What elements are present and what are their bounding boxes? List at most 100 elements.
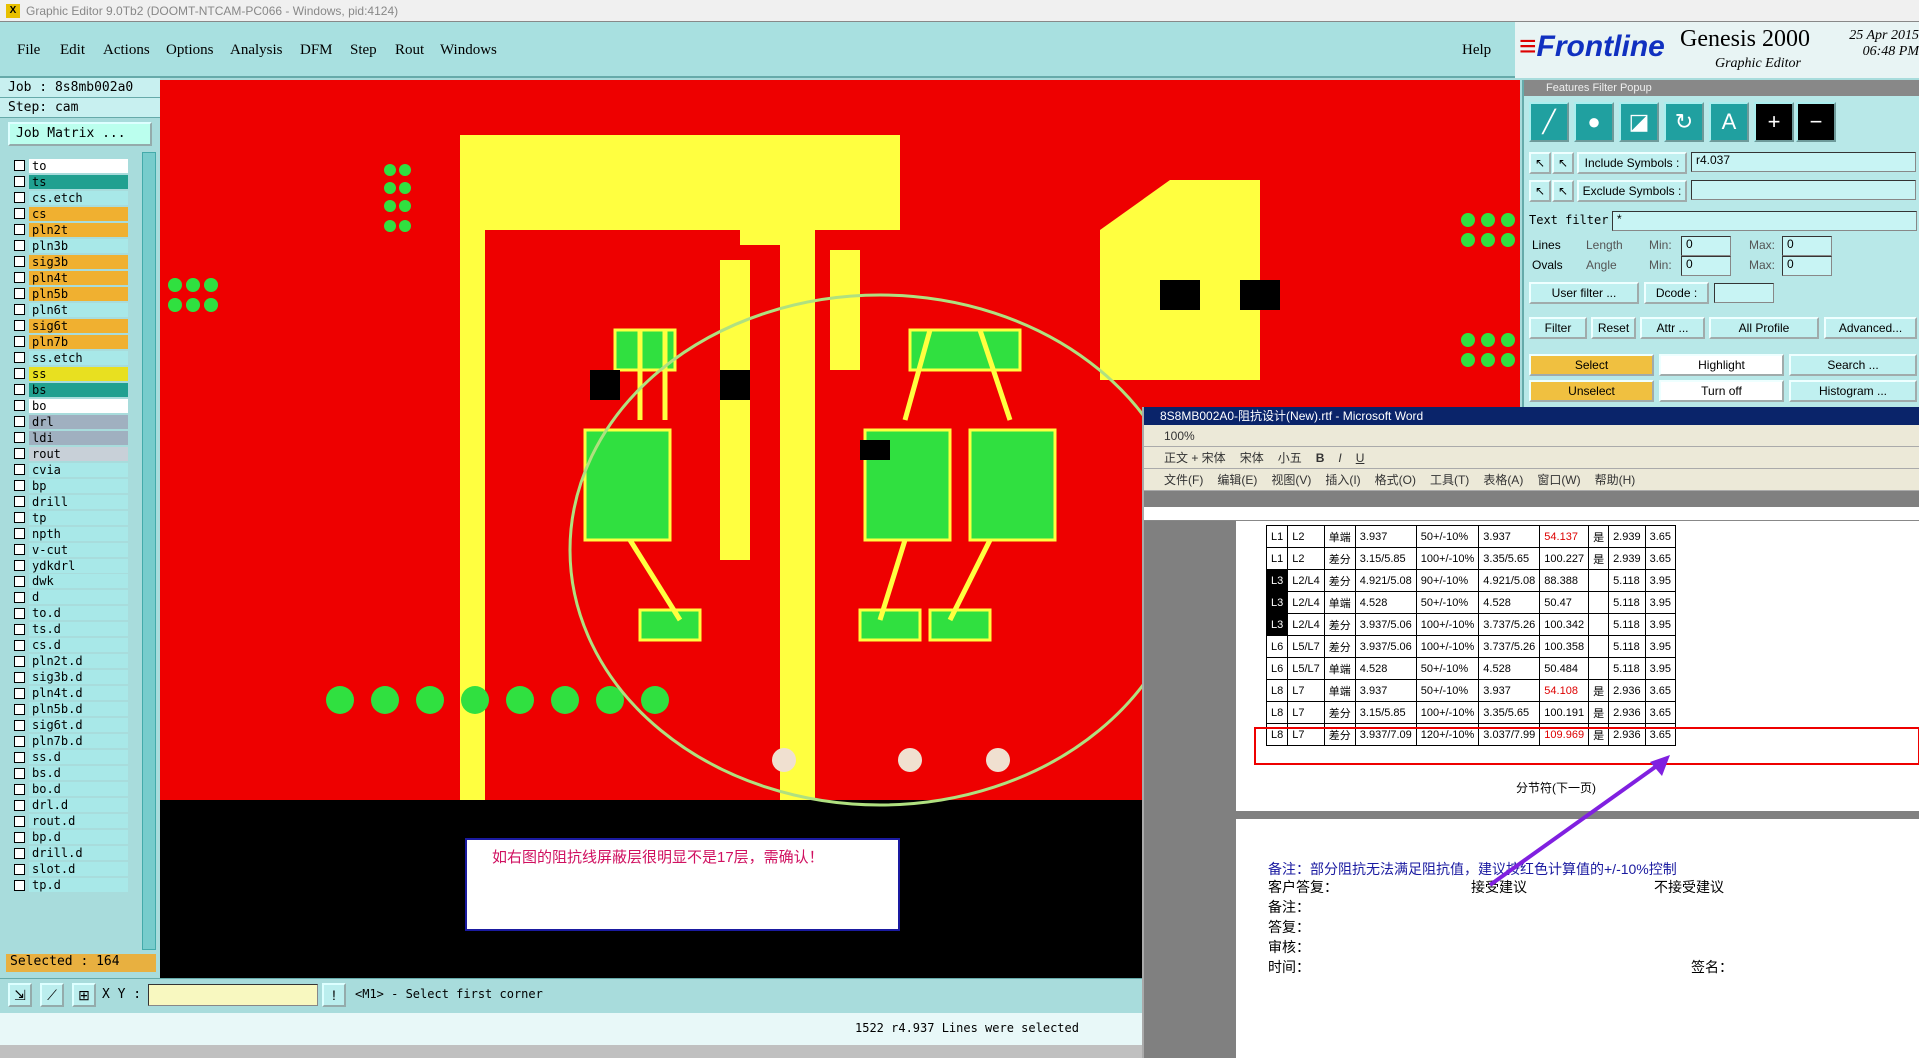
exclude-arrow-icon[interactable]: ↖ <box>1529 180 1551 202</box>
layer-checkbox[interactable] <box>14 879 25 891</box>
layer-checkbox[interactable] <box>14 575 25 587</box>
style-select[interactable]: 正文 + 宋体 <box>1164 449 1226 466</box>
table-cell[interactable]: L7 <box>1287 701 1325 724</box>
layer-row[interactable]: pln2t <box>8 222 128 238</box>
angle-max-input[interactable]: 0 <box>1782 256 1832 276</box>
layer-checkbox[interactable] <box>14 607 25 619</box>
table-cell[interactable]: 3.95 <box>1644 591 1677 614</box>
table-cell[interactable]: 差分 <box>1323 613 1356 636</box>
zoom-select[interactable]: 100% <box>1164 429 1195 443</box>
menu-file[interactable]: File <box>17 42 40 59</box>
size-select[interactable]: 小五 <box>1278 449 1302 466</box>
table-cell[interactable]: L5/L7 <box>1287 657 1325 680</box>
layer-name[interactable]: ldi <box>29 430 128 445</box>
table-cell[interactable]: L3 <box>1265 591 1289 614</box>
job-matrix-button[interactable]: Job Matrix ... <box>8 122 152 146</box>
layer-row[interactable]: pln7b <box>8 334 128 350</box>
table-cell[interactable]: 100+/-10% <box>1415 701 1480 724</box>
table-cell[interactable]: 是 <box>1588 701 1610 724</box>
layer-name[interactable]: rout <box>29 446 128 461</box>
length-max-input[interactable]: 0 <box>1782 236 1832 256</box>
layer-row[interactable]: tp <box>8 510 128 526</box>
table-cell[interactable]: 是 <box>1588 679 1610 702</box>
layer-name[interactable]: ydkdrl <box>29 558 128 573</box>
word-menu-item[interactable]: 窗口(W) <box>1537 471 1580 488</box>
table-cell[interactable]: 4.528 <box>1354 657 1417 680</box>
table-cell[interactable]: L3 <box>1265 569 1289 592</box>
table-cell[interactable]: 单端 <box>1323 525 1356 548</box>
layer-checkbox[interactable] <box>14 336 25 348</box>
table-cell[interactable]: 100+/-10% <box>1415 635 1480 658</box>
layer-name[interactable]: pln5b.d <box>29 702 128 717</box>
info-icon[interactable]: ! <box>322 983 346 1007</box>
layer-row[interactable]: sig3b.d <box>8 670 128 686</box>
layer-row[interactable]: cvia <box>8 462 128 478</box>
surface-icon[interactable]: ◪ <box>1619 102 1659 142</box>
table-cell[interactable]: 5.118 <box>1608 635 1646 658</box>
table-cell[interactable]: 是 <box>1588 525 1610 548</box>
table-cell[interactable]: 100.358 <box>1539 635 1590 658</box>
table-cell[interactable]: 差分 <box>1323 701 1356 724</box>
layer-row[interactable]: drill <box>8 494 128 510</box>
layer-row[interactable]: cs <box>8 206 128 222</box>
profile-select[interactable]: All Profile <box>1709 317 1819 339</box>
table-cell[interactable]: 5.118 <box>1608 657 1646 680</box>
layer-name[interactable]: tp.d <box>29 878 128 893</box>
advanced-button[interactable]: Advanced... <box>1824 317 1917 339</box>
table-cell[interactable]: 50+/-10% <box>1415 525 1480 548</box>
layer-name[interactable]: pln3b <box>29 238 128 253</box>
layer-name[interactable]: pln5b <box>29 286 128 301</box>
table-cell[interactable]: L2 <box>1287 547 1325 570</box>
table-cell[interactable]: 2.936 <box>1608 701 1646 724</box>
table-cell[interactable]: 4.528 <box>1478 657 1541 680</box>
table-cell[interactable]: 单端 <box>1323 591 1356 614</box>
layer-row[interactable]: drill.d <box>8 845 128 861</box>
layer-checkbox[interactable] <box>14 416 25 428</box>
layer-name[interactable]: bp <box>29 478 128 493</box>
pad-icon[interactable]: ● <box>1574 102 1614 142</box>
table-cell[interactable]: L8 <box>1265 679 1289 702</box>
layer-row[interactable]: v-cut <box>8 542 128 558</box>
layer-name[interactable]: bs.d <box>29 766 128 781</box>
table-cell[interactable]: L5/L7 <box>1287 635 1325 658</box>
layer-row[interactable]: rout.d <box>8 813 128 829</box>
layer-name[interactable]: pln7b <box>29 334 128 349</box>
layer-checkbox[interactable] <box>14 544 25 556</box>
layer-checkbox[interactable] <box>14 591 25 603</box>
layer-row[interactable]: to <box>8 158 128 174</box>
layer-checkbox[interactable] <box>14 815 25 827</box>
word-menu-item[interactable]: 视图(V) <box>1271 471 1311 488</box>
menu-rout[interactable]: Rout <box>395 42 424 59</box>
layer-checkbox[interactable] <box>14 687 25 699</box>
layer-checkbox[interactable] <box>14 847 25 859</box>
layer-name[interactable]: sig6t.d <box>29 718 128 733</box>
layer-name[interactable]: ts.d <box>29 622 128 637</box>
table-cell[interactable]: 4.921/5.08 <box>1478 569 1541 592</box>
layer-checkbox[interactable] <box>14 400 25 412</box>
layer-name[interactable]: bp.d <box>29 830 128 845</box>
word-menu-item[interactable]: 表格(A) <box>1483 471 1523 488</box>
layer-name[interactable]: cs <box>29 206 128 221</box>
xy-input[interactable] <box>148 984 318 1006</box>
layer-name[interactable]: pln2t.d <box>29 654 128 669</box>
layer-row[interactable]: pln6t <box>8 302 128 318</box>
layer-name[interactable]: sig3b <box>29 254 128 269</box>
table-cell[interactable]: 88.388 <box>1539 569 1590 592</box>
layer-checkbox[interactable] <box>14 304 25 316</box>
layer-scrollbar[interactable] <box>142 152 156 950</box>
layer-row[interactable]: to.d <box>8 606 128 622</box>
layer-name[interactable]: sig6t <box>29 318 128 333</box>
table-cell[interactable]: 90+/-10% <box>1415 569 1480 592</box>
angle-min-input[interactable]: 0 <box>1681 256 1731 276</box>
layer-row[interactable]: sig6t.d <box>8 717 128 733</box>
layer-name[interactable]: drl <box>29 414 128 429</box>
table-cell[interactable]: 50.47 <box>1539 591 1590 614</box>
table-cell[interactable]: 50+/-10% <box>1415 657 1480 680</box>
layer-row[interactable]: cs.d <box>8 638 128 654</box>
layer-name[interactable]: sig3b.d <box>29 670 128 685</box>
table-cell[interactable]: 3.737/5.26 <box>1478 613 1541 636</box>
table-cell[interactable]: 100.191 <box>1539 701 1590 724</box>
layer-row[interactable]: pln5b.d <box>8 701 128 717</box>
line-icon[interactable]: ╱ <box>1529 102 1569 142</box>
layer-checkbox[interactable] <box>14 831 25 843</box>
